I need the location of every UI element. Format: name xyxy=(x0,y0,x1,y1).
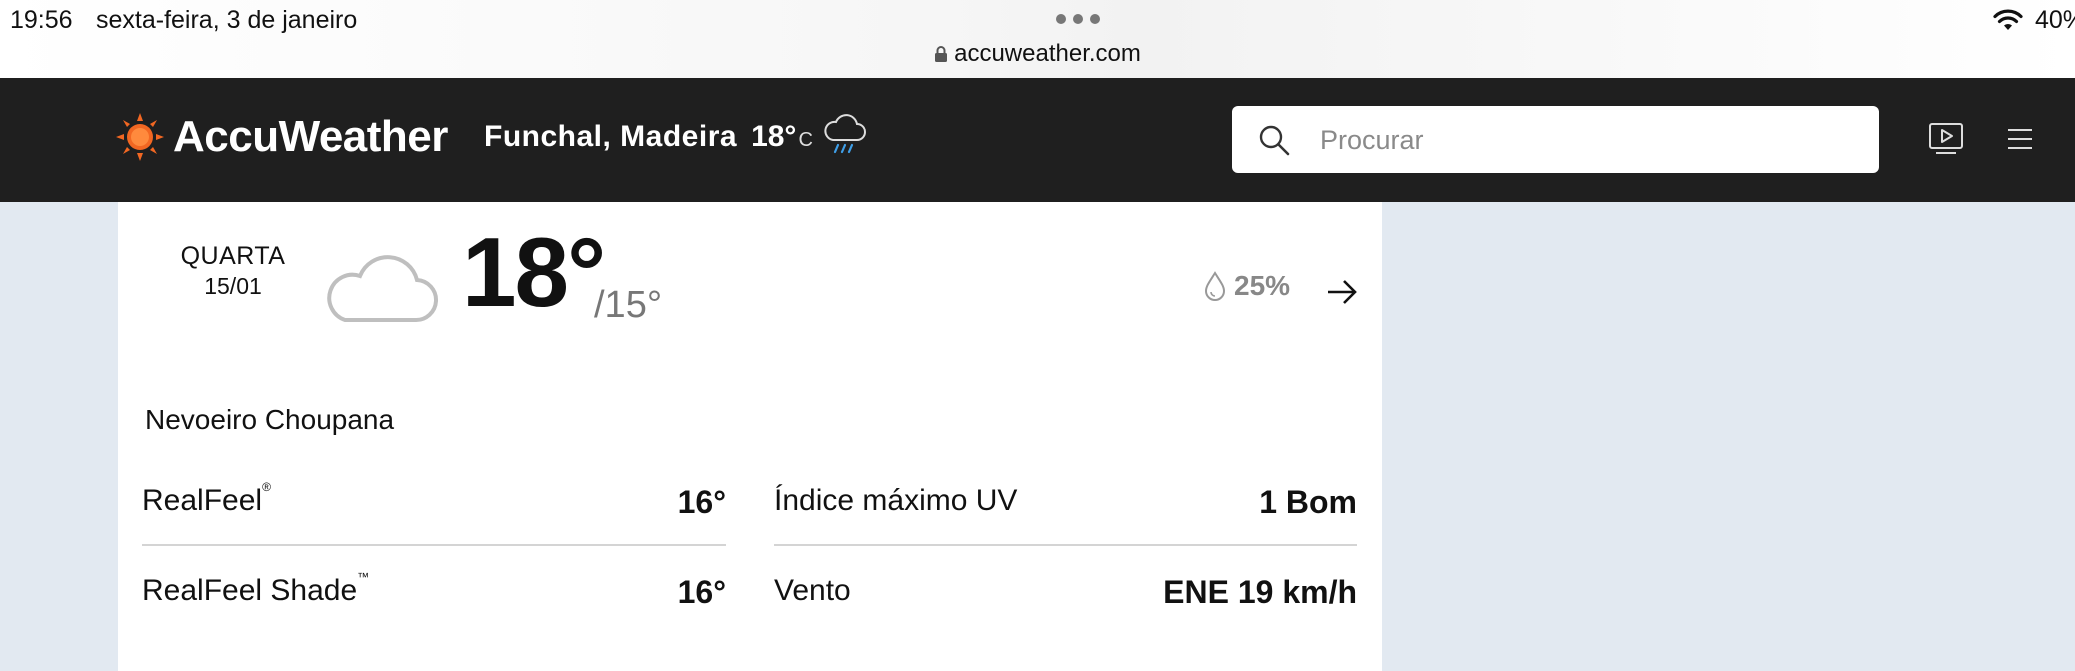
high-temperature: 18° xyxy=(462,217,606,327)
current-location[interactable]: Funchal, Madeira 18° C xyxy=(484,120,813,154)
address-bar[interactable]: accuweather.com xyxy=(0,40,2075,68)
sun-logo-icon xyxy=(116,113,164,161)
detail-label: RealFeel Shade™ xyxy=(142,570,370,607)
search-box[interactable] xyxy=(1232,106,1879,173)
search-icon[interactable] xyxy=(1258,124,1290,156)
detail-label: Índice máximo UV xyxy=(774,484,1018,517)
forecast-day: QUARTA 15/01 xyxy=(158,242,308,300)
precipitation-value: 25% xyxy=(1234,270,1291,301)
day-date: 15/01 xyxy=(204,273,262,299)
detail-label: RealFeel® xyxy=(142,480,271,517)
temperature-unit: C xyxy=(798,129,813,151)
detail-label: Vento xyxy=(774,574,851,607)
battery-level: 40% xyxy=(2035,6,2075,34)
detail-row-uv-index: Índice máximo UV 1 Bom xyxy=(774,456,1357,546)
brand-name: AccuWeather xyxy=(173,112,448,161)
detail-value: ENE 19 km/h xyxy=(1163,574,1357,610)
detail-row-realfeel: RealFeel® 16° xyxy=(142,456,726,546)
forecast-phrase: Nevoeiro Choupana xyxy=(145,404,395,435)
detail-row-realfeel-shade: RealFeel Shade™ 16° xyxy=(142,546,726,636)
current-temperature: 18° xyxy=(751,120,797,153)
detail-value: 1 Bom xyxy=(1259,484,1357,520)
cloud-icon xyxy=(327,255,439,323)
url-text: accuweather.com xyxy=(954,40,1141,67)
location-name: Funchal, Madeira xyxy=(484,120,738,153)
daily-forecast-card[interactable]: QUARTA 15/01 18° /15° 25% Nevoeiro Choup… xyxy=(118,202,1382,671)
detail-value: 16° xyxy=(677,574,726,610)
lock-icon xyxy=(935,46,948,62)
browser-status-bar: 19:56 sexta-feira, 3 de janeiro accuweat… xyxy=(0,0,2075,78)
precipitation-chance: 25% xyxy=(1204,270,1290,302)
detail-value: 16° xyxy=(677,484,726,520)
detail-row-wind: Vento ENE 19 km/h xyxy=(774,546,1357,636)
day-name: QUARTA xyxy=(180,242,286,270)
status-date: sexta-feira, 3 de janeiro xyxy=(96,6,358,34)
raindrop-icon xyxy=(1204,271,1226,301)
accuweather-logo[interactable]: AccuWeather xyxy=(115,112,448,162)
more-dots-icon[interactable] xyxy=(1056,14,1100,24)
status-time: 19:56 xyxy=(10,6,73,34)
arrow-right-icon[interactable] xyxy=(1326,278,1358,306)
low-temperature: /15° xyxy=(594,284,663,326)
search-input[interactable] xyxy=(1318,116,1862,164)
cloud-rain-icon xyxy=(824,114,866,154)
menu-icon[interactable] xyxy=(2008,128,2032,150)
wifi-icon xyxy=(1993,9,2023,30)
video-icon[interactable] xyxy=(1928,122,1964,156)
